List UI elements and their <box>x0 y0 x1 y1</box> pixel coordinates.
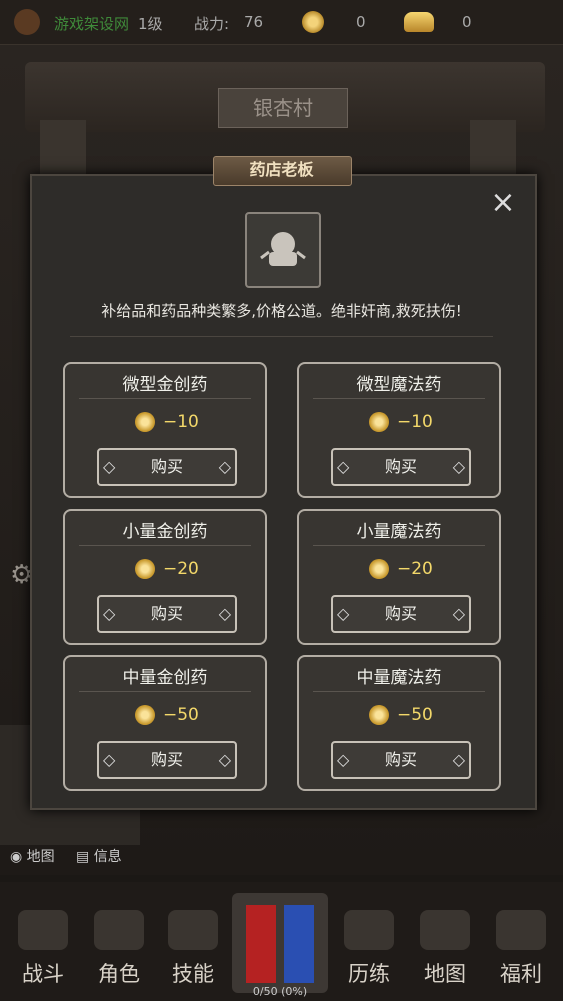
coin-count: 0 <box>356 13 366 31</box>
card-divider <box>79 545 251 546</box>
training-icon <box>344 910 394 950</box>
ingot-count: 0 <box>462 13 472 31</box>
coin-icon <box>135 559 155 579</box>
gate-pillar-left <box>40 120 86 180</box>
item-card: 中量金创药 −50 购买 <box>63 655 267 791</box>
player-level: 1级 <box>138 15 163 33</box>
coin-icon <box>135 412 155 432</box>
gift-chest-icon <box>496 910 546 950</box>
item-card: 中量魔法药 −50 购买 <box>297 655 501 791</box>
nav-welfare[interactable]: 福利 <box>486 910 556 988</box>
item-price: −10 <box>163 412 199 432</box>
item-name: 微型魔法药 <box>356 375 442 395</box>
item-price: −50 <box>163 705 199 725</box>
nav-skills[interactable]: 技能 <box>158 910 228 988</box>
skill-icon <box>168 910 218 950</box>
item-card: 微型金创药 −10 购买 <box>63 362 267 498</box>
item-name: 小量魔法药 <box>356 522 442 542</box>
item-price: −50 <box>397 705 433 725</box>
item-name: 中量金创药 <box>122 668 208 688</box>
item-card: 微型魔法药 −10 购买 <box>297 362 501 498</box>
nav-character[interactable]: 角色 <box>84 910 154 988</box>
item-card: 小量金创药 −20 购买 <box>63 509 267 645</box>
merchant-emblem-icon <box>260 232 306 266</box>
buy-button[interactable]: 购买 <box>331 448 471 486</box>
dialog-description: 补给品和药品种类繁多,价格公道。绝非奸商,救死扶伤! <box>101 302 462 320</box>
buy-button[interactable]: 购买 <box>97 448 237 486</box>
swords-icon <box>18 910 68 950</box>
close-icon[interactable]: × <box>488 188 518 218</box>
item-price: −20 <box>163 559 199 579</box>
nav-training[interactable]: 历练 <box>334 910 404 988</box>
buy-button[interactable]: 购买 <box>97 741 237 779</box>
card-divider <box>313 545 485 546</box>
item-price: −20 <box>397 559 433 579</box>
coin-icon <box>369 559 389 579</box>
info-button[interactable]: ▤ 信息 <box>76 846 122 868</box>
divider <box>70 336 493 337</box>
item-name: 小量金创药 <box>122 522 208 542</box>
character-icon <box>94 910 144 950</box>
card-divider <box>313 691 485 692</box>
coin-icon <box>135 705 155 725</box>
dialog-title: 药店老板 <box>249 160 314 179</box>
mp-orb-blue <box>284 905 314 983</box>
village-name: 银杏村 <box>218 88 348 128</box>
buy-button[interactable]: 购买 <box>331 741 471 779</box>
power-value: 76 <box>244 13 264 31</box>
buy-button[interactable]: 购买 <box>331 595 471 633</box>
item-name: 微型金创药 <box>122 375 208 395</box>
site-name: 游戏架设网 <box>54 15 130 33</box>
nav-battle[interactable]: 战斗 <box>8 910 78 988</box>
buy-button[interactable]: 购买 <box>97 595 237 633</box>
item-name: 中量魔法药 <box>356 668 442 688</box>
item-price: −10 <box>397 412 433 432</box>
gate-pillar-right <box>470 120 516 180</box>
card-divider <box>313 398 485 399</box>
item-card: 小量魔法药 −20 购买 <box>297 509 501 645</box>
hp-orb-red <box>246 905 276 983</box>
nav-map[interactable]: 地图 <box>410 910 480 988</box>
top-bar: 游戏架设网 1级 战力: 76 0 0 <box>0 0 563 45</box>
game-logo-icon <box>14 9 40 35</box>
merchant-npc-icon <box>245 212 321 288</box>
map-icon <box>420 910 470 950</box>
coin-icon <box>369 412 389 432</box>
hp-status: 0/50 (0%) <box>252 985 308 998</box>
card-divider <box>79 398 251 399</box>
coin-icon <box>369 705 389 725</box>
gold-ingot-icon[interactable] <box>404 12 434 32</box>
power-label: 战力: <box>194 15 230 33</box>
map-button[interactable]: ◉ 地图 <box>10 846 55 868</box>
card-divider <box>79 691 251 692</box>
copper-coin-icon[interactable] <box>302 11 324 33</box>
